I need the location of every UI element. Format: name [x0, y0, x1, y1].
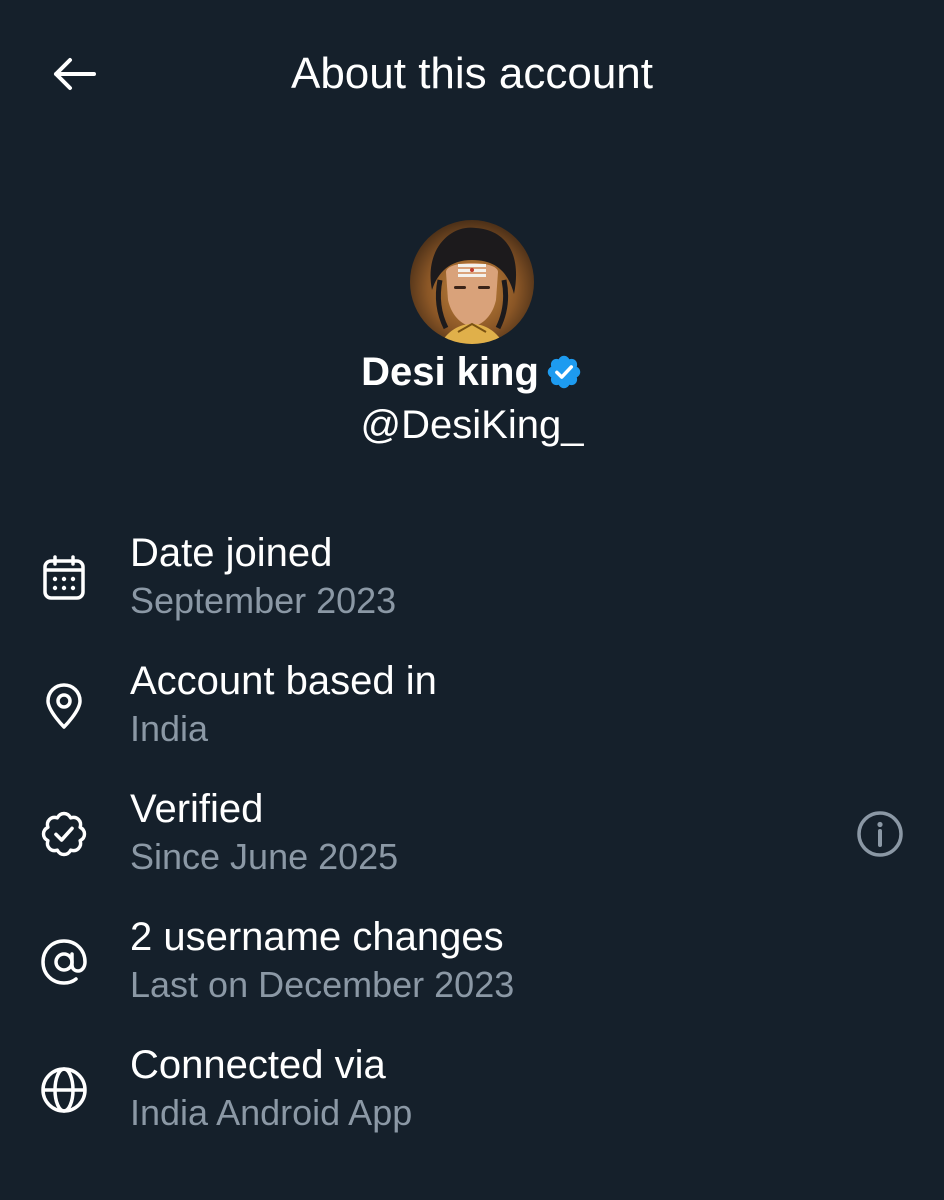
info-button[interactable] [854, 808, 906, 860]
info-label: Verified [130, 787, 264, 831]
location-pin-icon [38, 680, 90, 732]
header: About this account [0, 0, 944, 150]
info-text: 2 username changes Last on December 2023 [130, 912, 514, 1008]
info-label: Account based in [130, 659, 437, 703]
name-row: Desi king [0, 346, 944, 398]
info-label: 2 username changes [130, 915, 504, 959]
display-name: Desi king [361, 350, 539, 394]
info-value: India [130, 708, 209, 749]
page-title: About this account [290, 49, 653, 98]
avatar[interactable] [410, 220, 534, 344]
info-value: September 2023 [130, 580, 397, 621]
info-list: Date joined September 2023 Account based… [0, 528, 944, 1168]
verified-check-icon [38, 808, 90, 860]
info-item-account-location: Account based in India [0, 656, 944, 784]
info-item-username-changes: 2 username changes Last on December 2023 [0, 912, 944, 1040]
globe-icon [38, 1064, 90, 1116]
info-text: Verified Since June 2025 [130, 784, 398, 880]
info-item-verified: Verified Since June 2025 [0, 784, 944, 912]
info-text: Connected via India Android App [130, 1040, 412, 1136]
info-value: Since June 2025 [130, 836, 399, 877]
info-item-connected-via: Connected via India Android App [0, 1040, 944, 1168]
verified-badge-icon[interactable] [545, 353, 583, 391]
info-text: Date joined September 2023 [130, 528, 396, 624]
info-icon [857, 811, 903, 857]
info-value: India Android App [130, 1092, 413, 1133]
handle: @DesiKing_ [360, 403, 584, 447]
at-sign-icon [38, 936, 90, 988]
profile-summary: Desi king @DesiKing_ [0, 220, 944, 450]
info-label: Date joined [130, 531, 333, 575]
info-item-date-joined: Date joined September 2023 [0, 528, 944, 656]
info-value: Last on December 2023 [130, 964, 515, 1005]
info-label: Connected via [130, 1043, 386, 1087]
info-text: Account based in India [130, 656, 437, 752]
calendar-icon [38, 552, 90, 604]
